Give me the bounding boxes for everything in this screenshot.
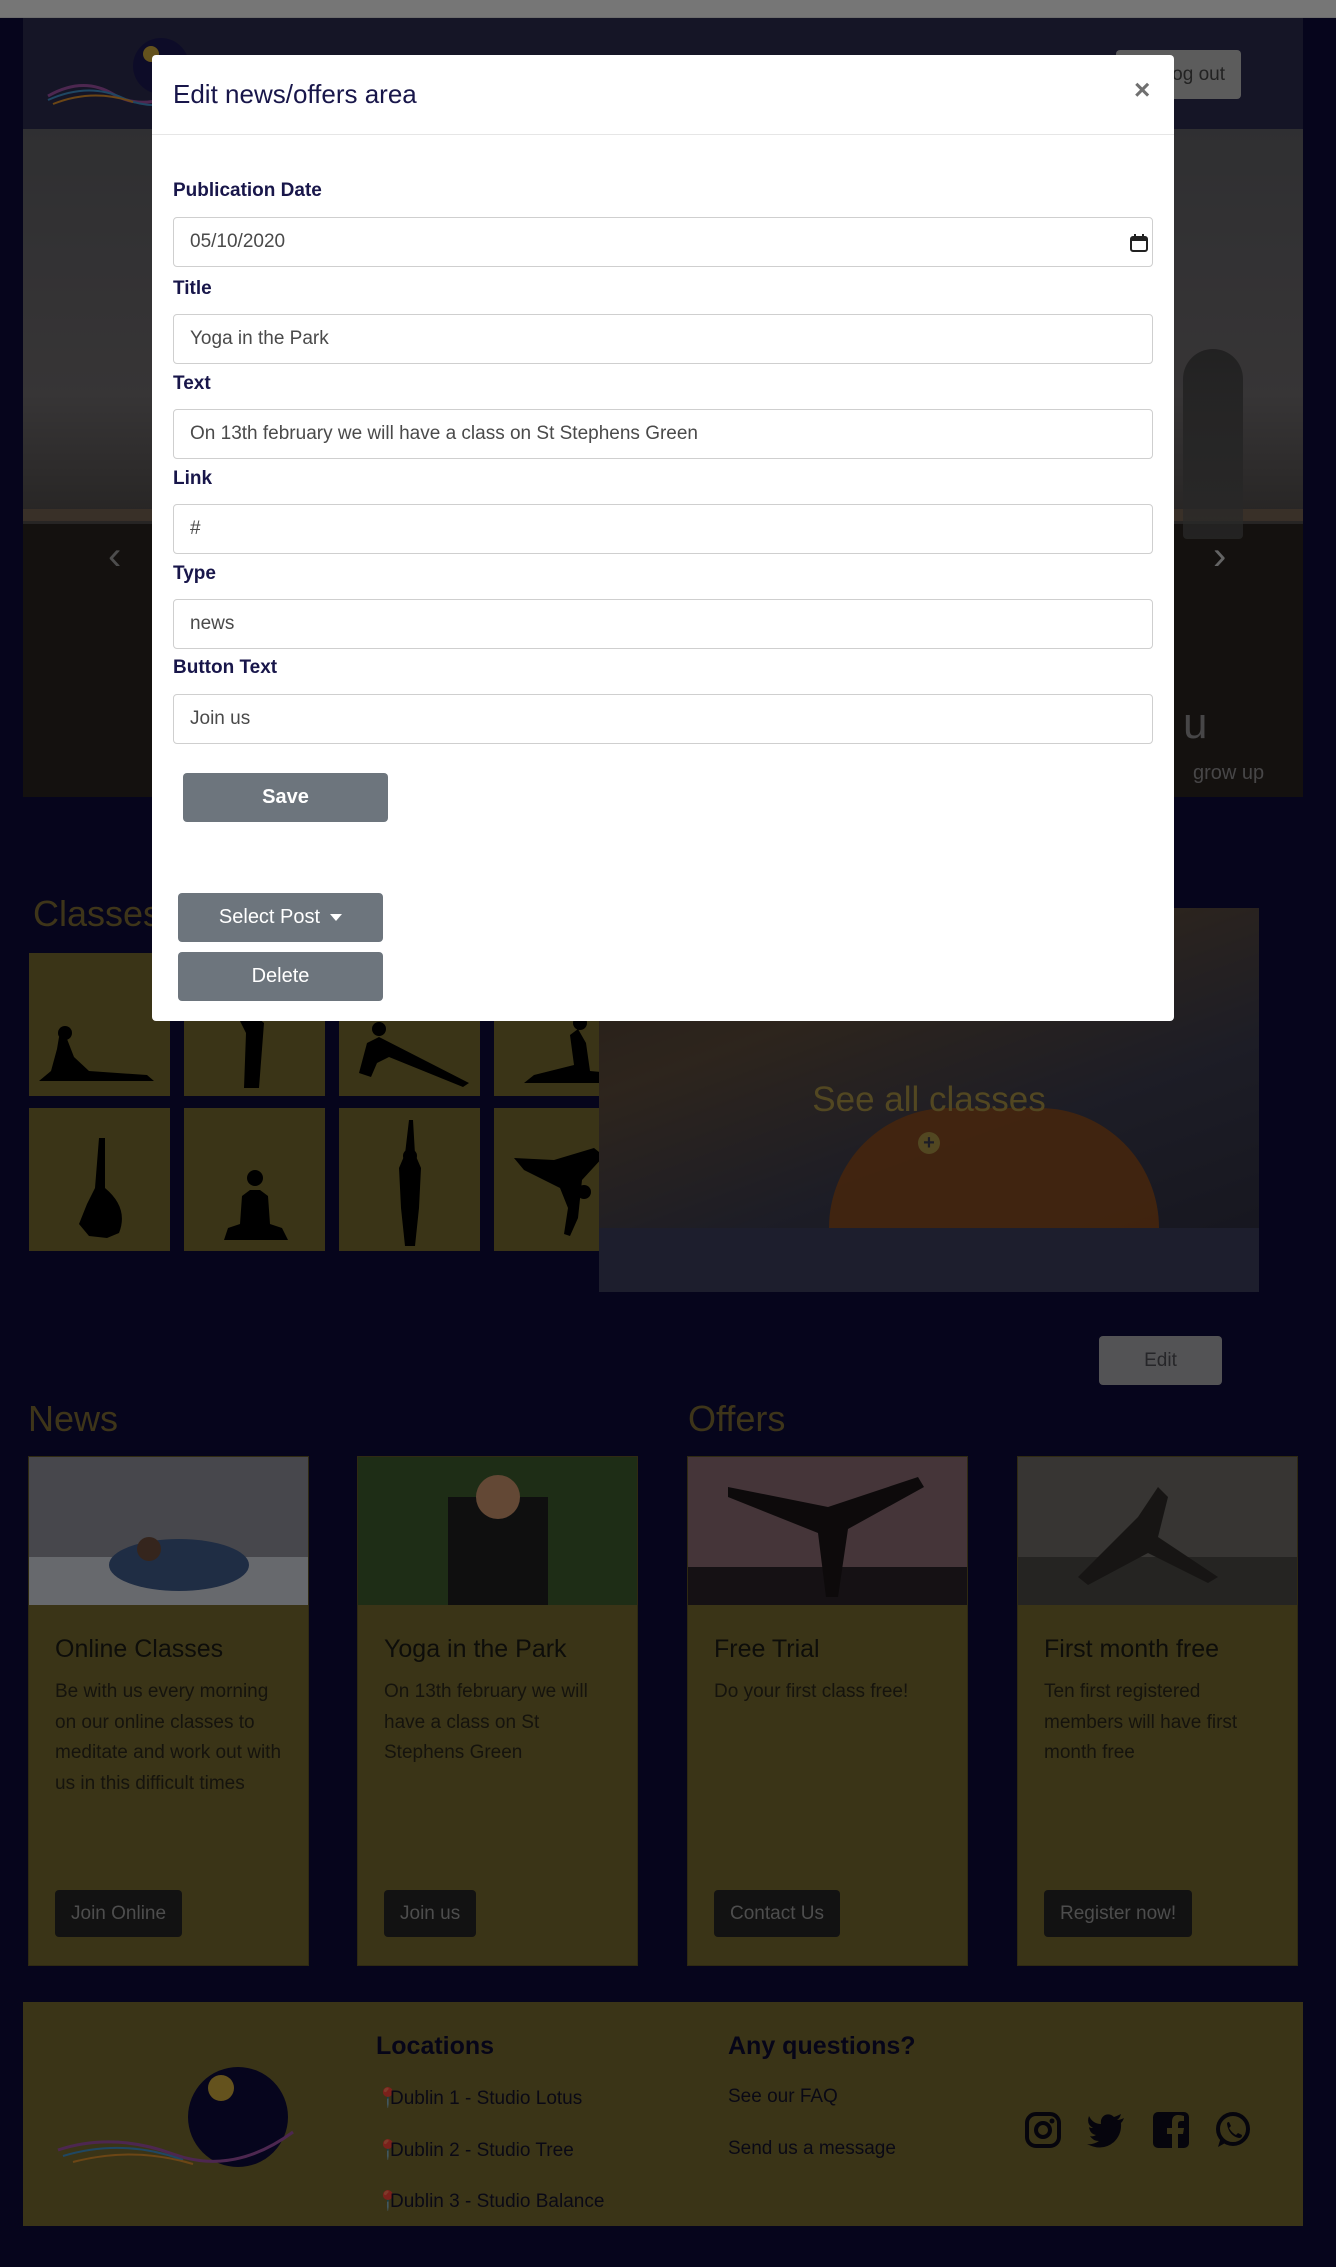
type-input[interactable]: news [173,599,1153,649]
text-input[interactable]: On 13th february we will have a class on… [173,409,1153,459]
title-label: Title [173,278,212,299]
save-button[interactable]: Save [183,773,388,822]
calendar-icon[interactable] [1129,233,1149,253]
title-input[interactable]: Yoga in the Park [173,314,1153,364]
button-text-label: Button Text [173,657,278,678]
modal-title: Edit news/offers area [173,79,417,109]
type-label: Type [173,563,216,584]
delete-button[interactable]: Delete [178,952,383,1001]
text-label: Text [173,373,211,394]
link-label: Link [173,468,213,489]
publication-date-label: Publication Date [173,180,322,201]
modal-header: Edit news/offers area × [152,55,1174,135]
select-post-label: Select Post [218,906,321,928]
close-icon[interactable]: × [1134,74,1150,106]
edit-news-modal: Edit news/offers area × Publication Date… [152,55,1174,1021]
button-text-input[interactable]: Join us [173,694,1153,744]
publication-date-value: 05/10/2020 [190,231,286,252]
caret-down-icon [330,914,343,922]
select-post-button[interactable]: Select Post [178,893,383,942]
publication-date-input[interactable]: 05/10/2020 [173,217,1153,267]
link-input[interactable]: # [173,504,1153,554]
